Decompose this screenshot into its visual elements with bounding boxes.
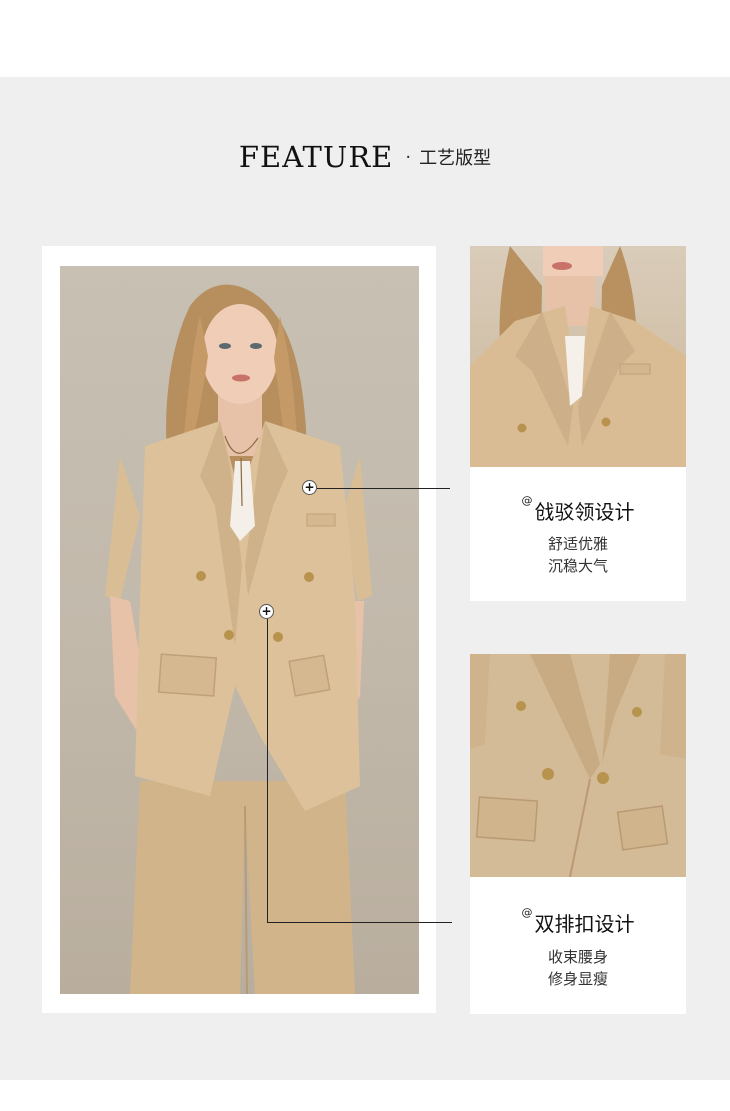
main-model-photo <box>60 266 419 994</box>
button-connector-vertical <box>267 619 268 923</box>
feature-marker: @ <box>521 906 533 919</box>
feature-title-buttons: @ 双排扣设计 <box>521 906 635 936</box>
feature-desc-line: 沉稳大气 <box>547 557 608 575</box>
feature-marker: @ <box>521 494 533 507</box>
feature-desc-line: 修身显瘦 <box>547 970 608 988</box>
collar-hotspot[interactable]: + <box>302 480 317 495</box>
feature-card-buttons: @ 双排扣设计 收束腰身 修身显瘦 <box>470 654 686 1014</box>
collar-connector-line <box>317 488 450 489</box>
collar-detail-photo <box>470 246 686 467</box>
header-subtitle: 工艺版型 <box>419 148 492 169</box>
header-separator: · <box>405 146 412 168</box>
section-header: FEATURE · 工艺版型 <box>0 140 730 174</box>
feature-card-collar: @ 戗驳领设计 舒适优雅 沉稳大气 <box>470 246 686 601</box>
header-title: FEATURE <box>238 140 394 174</box>
button-connector-horizontal <box>267 922 452 923</box>
buttons-detail-photo <box>470 654 686 877</box>
feature-title-collar: @ 戗驳领设计 <box>521 494 635 524</box>
feature-desc-line: 收束腰身 <box>547 948 608 966</box>
button-hotspot[interactable]: + <box>259 604 274 619</box>
feature-desc-line: 舒适优雅 <box>547 535 608 553</box>
